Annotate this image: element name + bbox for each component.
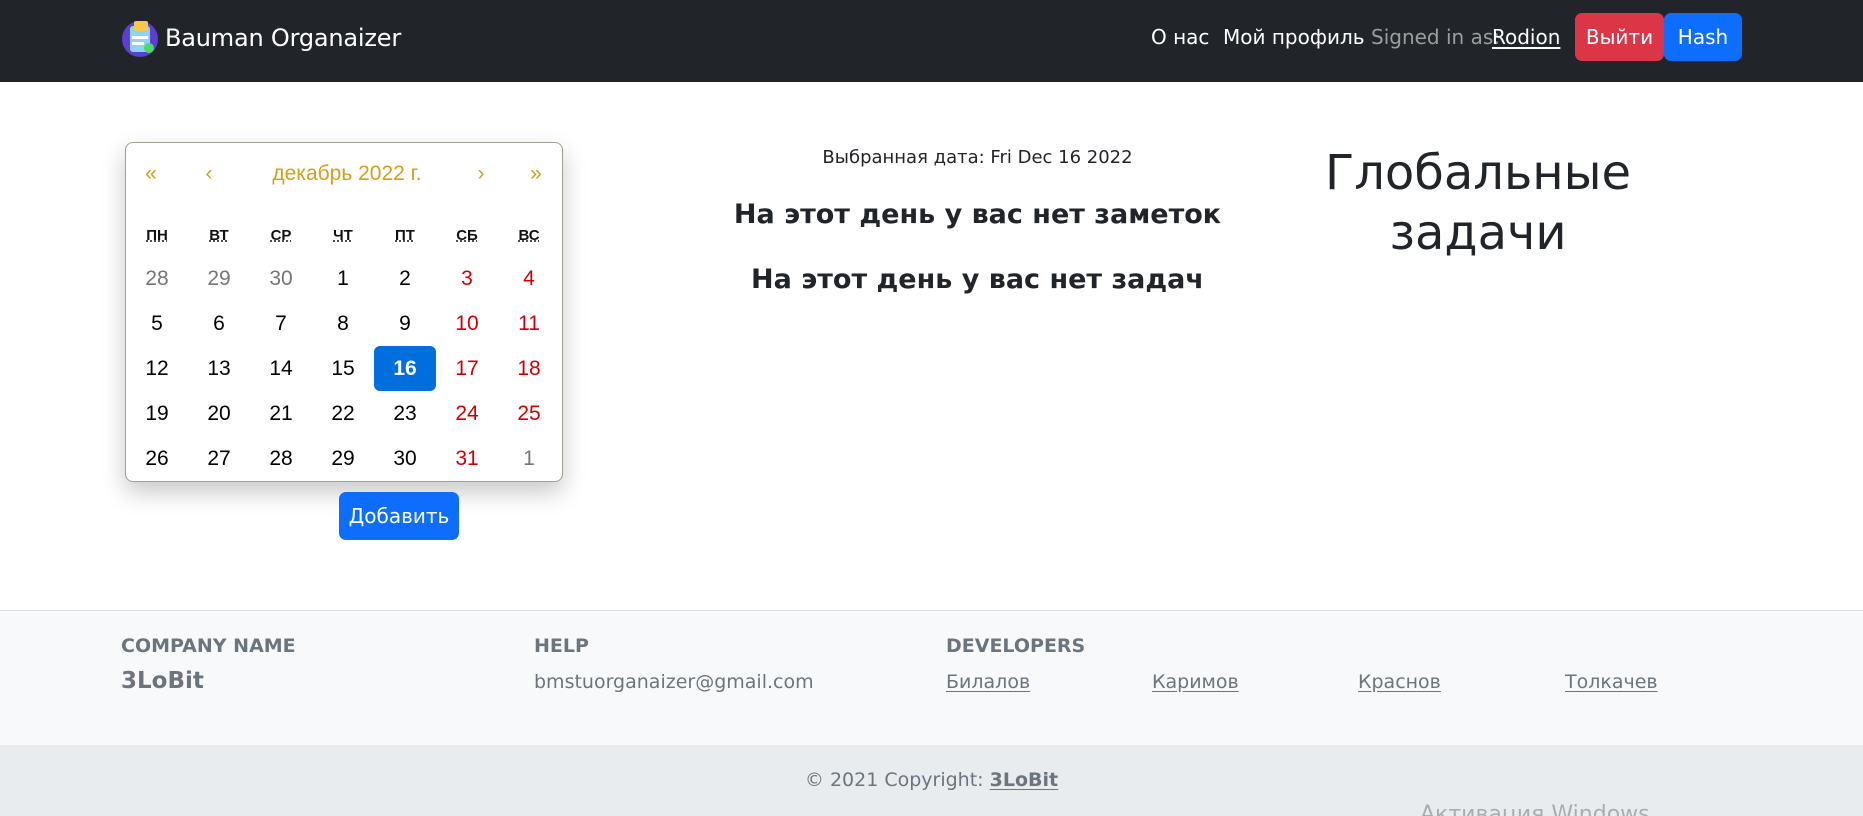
calendar-day[interactable]: 9 (374, 301, 436, 346)
calendar-day[interactable]: 3 (436, 256, 498, 301)
calendar-day-selected[interactable]: 16 (374, 346, 436, 391)
prev-year-button[interactable]: « (136, 156, 166, 192)
organizer-logo-icon (121, 18, 159, 58)
weekday-thu: ЧТ (333, 227, 353, 244)
no-tasks-heading: На этот день у вас нет задач (751, 264, 1204, 295)
calendar-day[interactable]: 28 (250, 436, 312, 481)
calendar-day[interactable]: 5 (126, 301, 188, 346)
calendar-day[interactable]: 14 (250, 346, 312, 391)
month-label-button[interactable]: декабрь 2022 г. (236, 156, 458, 192)
weekday-wed: СР (270, 227, 292, 244)
calendar-day[interactable]: 29 (188, 256, 250, 301)
calendar-day[interactable]: 17 (436, 346, 498, 391)
calendar-day[interactable]: 6 (188, 301, 250, 346)
help-heading: HELP (534, 635, 589, 657)
copyright-prefix: © 2021 Copyright: (804, 769, 990, 791)
weekday-sat: СБ (456, 227, 478, 244)
calendar-day[interactable]: 11 (498, 301, 560, 346)
developers-heading: DEVELOPERS (946, 635, 1086, 657)
global-tasks-title-line2: задачи (1389, 205, 1567, 261)
calendar-day[interactable]: 10 (436, 301, 498, 346)
calendar-day[interactable]: 24 (436, 391, 498, 436)
weekday-sun: ВС (518, 227, 540, 244)
calendar-day[interactable]: 12 (126, 346, 188, 391)
global-tasks-title-line1: Глобальные (1324, 145, 1632, 201)
next-year-button[interactable]: » (521, 156, 551, 192)
calendar-day[interactable]: 28 (126, 256, 188, 301)
signed-in-label: Signed in as: (1371, 25, 1500, 49)
username-link[interactable]: Rodion (1492, 25, 1560, 49)
calendar-day[interactable]: 20 (188, 391, 250, 436)
global-tasks-title: Глобальные задачи (1278, 143, 1678, 263)
brand-link[interactable]: Bauman Organaizer (121, 17, 401, 59)
calendar-day[interactable]: 29 (312, 436, 374, 481)
calendar-day[interactable]: 27 (188, 436, 250, 481)
calendar-day[interactable]: 7 (250, 301, 312, 346)
calendar-day[interactable]: 1 (498, 436, 560, 481)
calendar-day[interactable]: 19 (126, 391, 188, 436)
developer-link[interactable]: Каримов (1152, 671, 1239, 693)
calendar-day[interactable]: 13 (188, 346, 250, 391)
weekday-fri: ПТ (395, 227, 415, 244)
calendar-day[interactable]: 2 (374, 256, 436, 301)
developer-link[interactable]: Краснов (1358, 671, 1441, 693)
calendar-day[interactable]: 18 (498, 346, 560, 391)
calendar-day[interactable]: 26 (126, 436, 188, 481)
calendar-day[interactable]: 4 (498, 256, 560, 301)
copyright-link[interactable]: 3LoBit (990, 769, 1058, 791)
prev-month-button[interactable]: ‹ (194, 156, 224, 192)
calendar-day[interactable]: 31 (436, 436, 498, 481)
navbar: Bauman Organaizer О нас Мой профиль Sign… (0, 0, 1863, 82)
brand-name: Bauman Organaizer (165, 24, 402, 52)
weekday-tue: ВТ (209, 227, 229, 244)
calendar-day[interactable]: 25 (498, 391, 560, 436)
calendar-day[interactable]: 30 (374, 436, 436, 481)
footer: COMPANY NAME 3LoBit HELP bmstuorganaizer… (0, 610, 1863, 745)
help-email: bmstuorganaizer@gmail.com (534, 671, 814, 693)
calendar-widget: « ‹ декабрь 2022 г. › » ПН ВТ СР ЧТ ПТ С… (125, 142, 563, 482)
copyright-text: © 2021 Copyright: 3LoBit (0, 769, 1863, 791)
weekday-mon: ПН (146, 227, 168, 244)
company-name: 3LoBit (121, 668, 204, 694)
calendar-day[interactable]: 23 (374, 391, 436, 436)
nav-profile-link[interactable]: Мой профиль (1223, 25, 1365, 49)
selected-date-text: Выбранная дата: Fri Dec 16 2022 (822, 147, 1133, 168)
calendar-day[interactable]: 15 (312, 346, 374, 391)
logout-button[interactable]: Выйти (1575, 13, 1664, 61)
add-button[interactable]: Добавить (339, 492, 459, 540)
windows-activation-watermark: Активация Windows (1420, 802, 1650, 816)
calendar-day[interactable]: 21 (250, 391, 312, 436)
no-notes-heading: На этот день у вас нет заметок (733, 199, 1222, 230)
calendar-day[interactable]: 8 (312, 301, 374, 346)
company-heading: COMPANY NAME (121, 635, 296, 657)
next-month-button[interactable]: › (466, 156, 496, 192)
hash-button[interactable]: Hash (1664, 13, 1742, 61)
calendar-day[interactable]: 1 (312, 256, 374, 301)
calendar-day[interactable]: 30 (250, 256, 312, 301)
calendar-day[interactable]: 22 (312, 391, 374, 436)
nav-about-link[interactable]: О нас (1151, 25, 1209, 49)
developer-link[interactable]: Билалов (946, 671, 1030, 693)
developer-link[interactable]: Толкачев (1565, 671, 1658, 693)
